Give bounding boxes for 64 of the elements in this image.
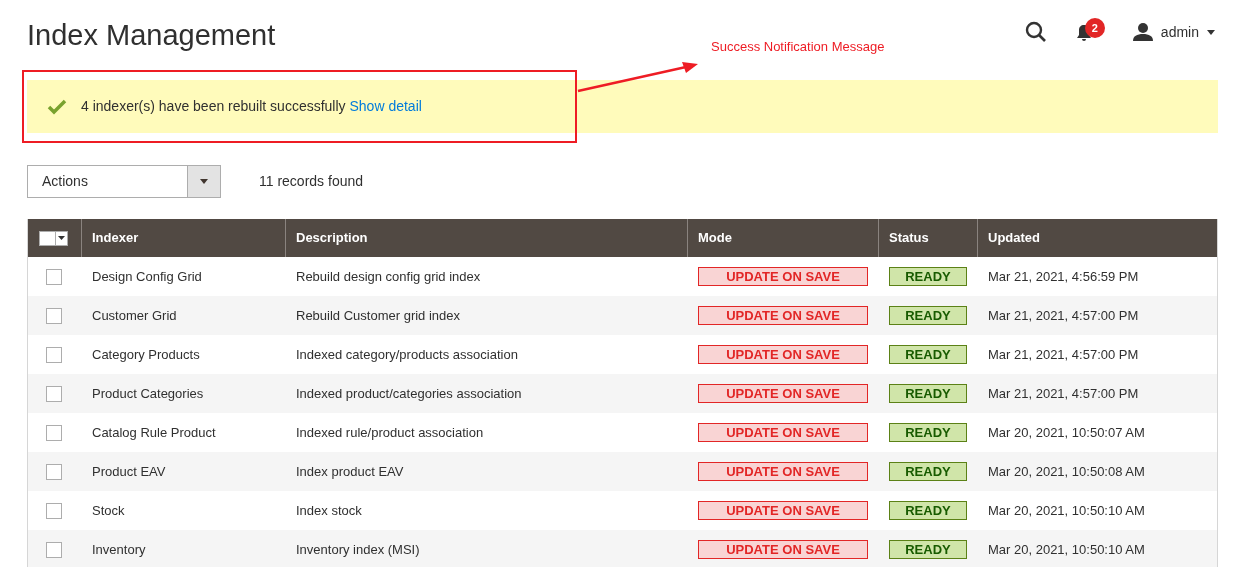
- status-badge: READY: [889, 266, 967, 286]
- status-badge: READY: [889, 500, 967, 520]
- caret-icon[interactable]: [1207, 29, 1215, 35]
- mode-badge: UPDATE ON SAVE: [698, 305, 868, 325]
- row-checkbox[interactable]: [46, 346, 62, 363]
- mode-badge: UPDATE ON SAVE: [698, 422, 868, 442]
- status-badge: READY: [889, 383, 967, 403]
- mass-select-control[interactable]: [39, 230, 68, 246]
- mode-badge: UPDATE ON SAVE: [698, 266, 868, 286]
- notification-count: 2: [1084, 18, 1105, 38]
- table-cell-text: Rebuild Customer grid index: [295, 306, 462, 325]
- user-icon: [1132, 23, 1153, 41]
- table-cell-text: Mar 21, 2021, 4:57:00 PM: [987, 306, 1140, 325]
- table-cell-text: Mar 20, 2021, 10:50:10 AM: [987, 540, 1146, 559]
- mode-badge: UPDATE ON SAVE: [698, 500, 868, 520]
- check-icon: [47, 98, 67, 115]
- table-cell-text: Indexed rule/product association: [295, 423, 485, 442]
- table-cell-text: Rebuild design config grid index: [295, 267, 482, 286]
- mode-badge: UPDATE ON SAVE: [698, 383, 868, 403]
- table-cell-text: Mar 21, 2021, 4:57:00 PM: [987, 384, 1140, 403]
- success-message: 4 indexer(s) have been rebuilt successfully Show detail: [81, 97, 422, 116]
- page-title: Index Management: [27, 18, 276, 52]
- mode-badge: UPDATE ON SAVE: [698, 539, 868, 559]
- table-cell-text: Product Categories: [91, 384, 205, 403]
- status-badge: READY: [889, 344, 967, 364]
- table-cell-text: Mar 21, 2021, 4:57:00 PM: [987, 345, 1140, 364]
- table-cell-text: Product EAV: [91, 462, 167, 481]
- table-cell-text: Design Config Grid: [91, 267, 203, 286]
- table-cell-text: Index stock: [295, 501, 363, 520]
- table-cell-text: Stock: [91, 501, 126, 520]
- row-checkbox[interactable]: [46, 385, 62, 402]
- table-cell-text: Mar 20, 2021, 10:50:08 AM: [987, 462, 1146, 481]
- row-checkbox[interactable]: [46, 463, 62, 480]
- table-cell-text: Catalog Rule Product: [91, 423, 217, 442]
- row-checkbox[interactable]: [46, 307, 62, 324]
- table-cell-text: Customer Grid: [91, 306, 178, 325]
- caret-icon: [200, 179, 208, 184]
- table-cell-text: Indexed product/categories association: [295, 384, 523, 403]
- table-cell-text: Mar 20, 2021, 10:50:07 AM: [987, 423, 1146, 442]
- annotation-label: Success Notification Message: [711, 38, 885, 56]
- mode-badge: UPDATE ON SAVE: [698, 461, 868, 481]
- table-cell-text: Index product EAV: [295, 462, 405, 481]
- show-detail-link[interactable]: Show detail: [349, 98, 422, 114]
- table-cell-text: Indexed category/products association: [295, 345, 519, 364]
- status-badge: READY: [889, 422, 967, 442]
- row-checkbox[interactable]: [46, 268, 62, 285]
- mode-badge: UPDATE ON SAVE: [698, 344, 868, 364]
- table-cell-text: Mar 21, 2021, 4:56:59 PM: [987, 267, 1140, 286]
- user-menu[interactable]: admin: [1160, 21, 1199, 43]
- row-checkbox[interactable]: [46, 424, 62, 441]
- actions-dropdown[interactable]: Actions: [27, 165, 221, 198]
- row-checkbox[interactable]: [46, 541, 62, 558]
- table-cell-text: Category Products: [91, 345, 201, 364]
- status-badge: READY: [889, 305, 967, 325]
- row-checkbox[interactable]: [46, 502, 62, 519]
- status-badge: READY: [889, 461, 967, 481]
- column-header[interactable]: Updated: [978, 219, 1217, 257]
- status-badge: READY: [889, 539, 967, 559]
- caret-icon: [58, 236, 65, 240]
- table-cell-text: Inventory: [91, 540, 147, 559]
- search-icon[interactable]: [1024, 21, 1047, 43]
- records-count: 11 records found: [259, 172, 364, 191]
- table-cell-text: Mar 20, 2021, 10:50:10 AM: [987, 501, 1146, 520]
- table-cell-text: Inventory index (MSI): [295, 540, 421, 559]
